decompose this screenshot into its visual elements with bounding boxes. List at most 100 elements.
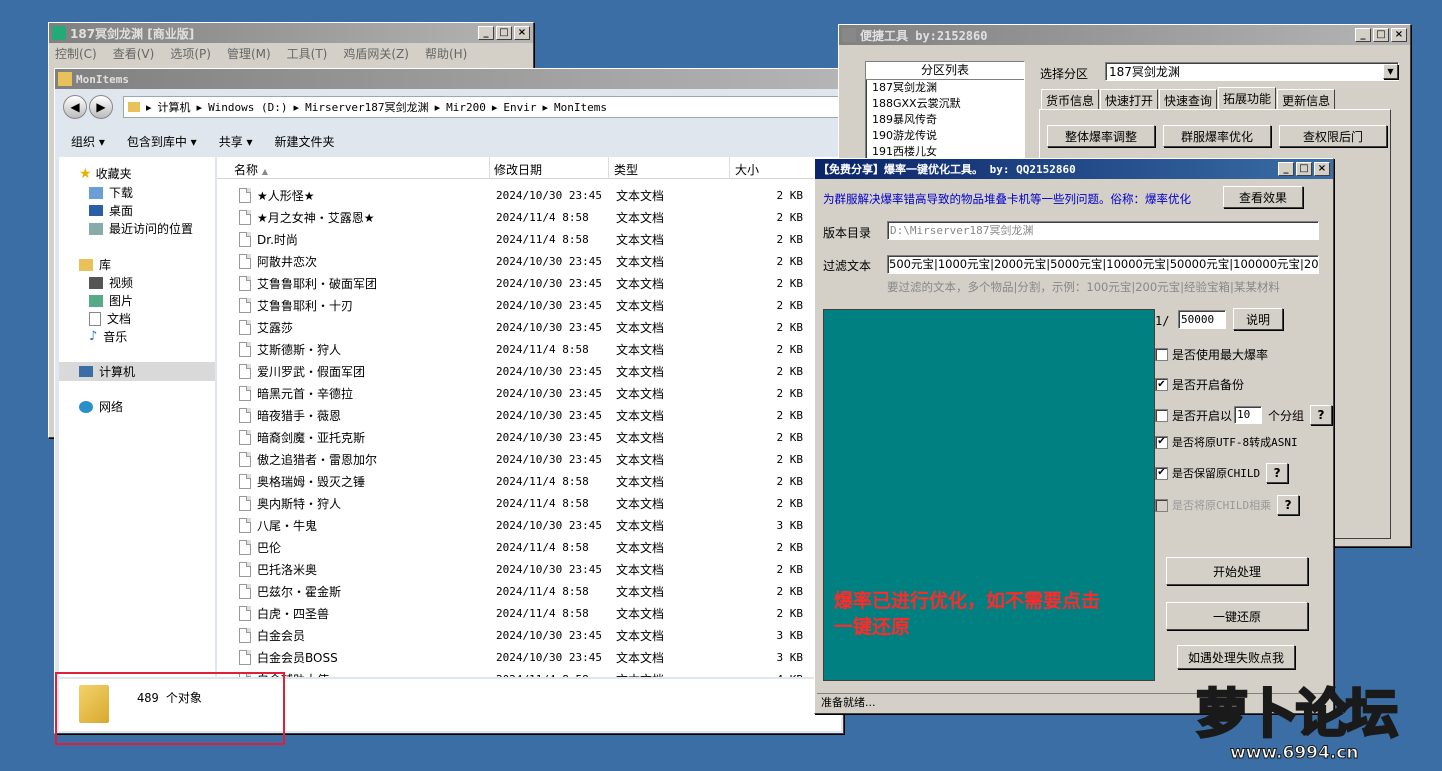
- include-library-button[interactable]: 包含到库中 ▾: [127, 133, 197, 150]
- sidebar-item-computer[interactable]: 计算机: [59, 362, 215, 381]
- breadcrumb-monitems[interactable]: MonItems: [554, 101, 607, 114]
- menu-options[interactable]: 选项(P): [170, 45, 211, 62]
- use-max-rate-option[interactable]: 是否使用最大爆率: [1155, 346, 1268, 363]
- group-size-input[interactable]: 10: [1234, 406, 1263, 424]
- sidebar-item-videos[interactable]: 视频: [89, 274, 133, 291]
- file-row[interactable]: 巴伦 2024/11/4 8:58 文本文档 2 KB: [217, 536, 841, 558]
- menu-gateway[interactable]: 鸡盾网关(Z): [343, 45, 409, 62]
- partition-list[interactable]: 分区列表 187冥剑龙渊 188GXX云裳沉默 189暴风传奇 190游龙传说 …: [865, 61, 1025, 161]
- close-button[interactable]: ×: [514, 26, 530, 40]
- partition-select[interactable]: 187冥剑龙渊 ▼: [1105, 62, 1399, 81]
- address-bar[interactable]: ▸ 计算机 ▸ Windows (D:) ▸ Mirserver187冥剑龙渊 ▸ M…: [123, 96, 841, 118]
- group-checkbox[interactable]: [1155, 408, 1168, 422]
- close-button[interactable]: ×: [1314, 162, 1330, 176]
- partition-item[interactable]: 188GXX云裳沉默: [866, 96, 1024, 112]
- version-dir-input[interactable]: D:\Mirserver187冥剑龙渊: [887, 221, 1319, 240]
- menu-view[interactable]: 查看(V): [113, 45, 155, 62]
- breadcrumb-server[interactable]: Mirserver187冥剑龙渊: [305, 99, 428, 115]
- group-help-button[interactable]: ?: [1310, 405, 1333, 425]
- child-option[interactable]: ✔ 是否保留原CHILD ?: [1155, 463, 1289, 483]
- child-multiply-help-button[interactable]: ?: [1277, 495, 1300, 515]
- file-row[interactable]: 傲之追猎者・雷恩加尔 2024/10/30 23:45 文本文档 2 KB: [217, 448, 841, 470]
- file-row[interactable]: 艾鲁鲁耶利・十刃 2024/10/30 23:45 文本文档 2 KB: [217, 294, 841, 316]
- filter-text-input[interactable]: 500元宝|1000元宝|2000元宝|5000元宝|10000元宝|50000…: [887, 255, 1319, 274]
- ratio-input[interactable]: 50000: [1178, 310, 1226, 329]
- menu-help[interactable]: 帮助(H): [425, 45, 467, 62]
- group-option[interactable]: 是否开启以 10 个分组 ?: [1155, 405, 1333, 425]
- file-row[interactable]: 白金辅助大使2024/11/4 8:58文本文档4 KB: [217, 668, 841, 677]
- column-size[interactable]: 大小: [735, 161, 759, 178]
- sidebar-item-pictures[interactable]: 图片: [89, 292, 133, 309]
- file-row[interactable]: 暗裔剑魔・亚托克斯 2024/10/30 23:45 文本文档 2 KB: [217, 426, 841, 448]
- file-row[interactable]: 爱川罗武・假面军团 2024/10/30 23:45 文本文档 2 KB: [217, 360, 841, 382]
- menu-control[interactable]: 控制(C): [55, 45, 97, 62]
- share-button[interactable]: 共享 ▾: [219, 133, 253, 150]
- column-type[interactable]: 类型: [614, 161, 638, 178]
- column-name[interactable]: 名称 ▲: [234, 161, 268, 178]
- file-row[interactable]: 阿散井恋次 2024/10/30 23:45 文本文档 2 KB: [217, 250, 841, 272]
- backup-checkbox[interactable]: ✔: [1155, 378, 1168, 391]
- file-row[interactable]: 暗黑元首・辛德拉 2024/10/30 23:45 文本文档 2 KB: [217, 382, 841, 404]
- file-row[interactable]: Dr.时尚 2024/11/4 8:58 文本文档 2 KB: [217, 228, 841, 250]
- tab-updates[interactable]: 更新信息: [1277, 89, 1336, 109]
- tab-currency[interactable]: 货币信息: [1041, 89, 1100, 109]
- file-row[interactable]: 白金会员BOSS 2024/10/30 23:45 文本文档 3 KB: [217, 646, 841, 668]
- file-row[interactable]: 艾鲁鲁耶利・破面军团 2024/10/30 23:45 文本文档 2 KB: [217, 272, 841, 294]
- backup-option[interactable]: ✔ 是否开启备份: [1155, 376, 1244, 393]
- child-help-button[interactable]: ?: [1266, 463, 1289, 483]
- file-row[interactable]: ★人形怪★ 2024/10/30 23:45 文本文档 2 KB: [217, 184, 841, 206]
- sidebar-item-recent[interactable]: 最近访问的位置: [89, 220, 193, 237]
- partition-item[interactable]: 189暴风传奇: [866, 112, 1024, 128]
- restore-button[interactable]: 一键还原: [1166, 602, 1308, 630]
- file-row[interactable]: 暗夜猎手・薇恩 2024/10/30 23:45 文本文档 2 KB: [217, 404, 841, 426]
- sidebar-item-music[interactable]: ♪ 音乐: [89, 328, 127, 345]
- sidebar-item-documents[interactable]: 文档: [89, 310, 131, 327]
- child-checkbox[interactable]: ✔: [1155, 466, 1168, 480]
- main-window-titlebar[interactable]: 187冥剑龙渊 [商业版] _ □ ×: [49, 23, 533, 43]
- tab-quick-query[interactable]: 快速查询: [1159, 89, 1218, 109]
- minimize-button[interactable]: _: [478, 26, 494, 40]
- use-max-rate-checkbox[interactable]: [1155, 348, 1168, 361]
- chevron-down-icon[interactable]: ▼: [1383, 64, 1398, 79]
- file-row[interactable]: 巴兹尔・霍金斯 2024/11/4 8:58 文本文档 2 KB: [217, 580, 841, 602]
- file-row[interactable]: 奥格瑞姆・毁灭之锤 2024/11/4 8:58 文本文档 2 KB: [217, 470, 841, 492]
- file-row[interactable]: 白虎・四圣兽 2024/11/4 8:58 文本文档 2 KB: [217, 602, 841, 624]
- maximize-button[interactable]: □: [1373, 28, 1389, 42]
- breadcrumb-envir[interactable]: Envir: [503, 101, 536, 114]
- file-row[interactable]: 艾露莎 2024/10/30 23:45 文本文档 2 KB: [217, 316, 841, 338]
- breadcrumb-drive[interactable]: Windows (D:): [208, 101, 287, 114]
- favorites-group[interactable]: ★ 收藏夹: [79, 165, 132, 182]
- minimize-button[interactable]: _: [1278, 162, 1294, 176]
- optimizer-titlebar[interactable]: 【免费分享】爆率一键优化工具。 by: QQ2152860 _ □ ×: [815, 159, 1333, 179]
- organize-button[interactable]: 组织 ▾: [71, 133, 105, 150]
- tab-extensions[interactable]: 拓展功能: [1218, 87, 1277, 109]
- file-row[interactable]: 巴托洛米奥 2024/10/30 23:45 文本文档 2 KB: [217, 558, 841, 580]
- back-button[interactable]: ◀: [63, 95, 87, 119]
- maximize-button[interactable]: □: [1296, 162, 1312, 176]
- file-row[interactable]: 白金会员 2024/10/30 23:45 文本文档 3 KB: [217, 624, 841, 646]
- utf8-checkbox[interactable]: ✔: [1155, 435, 1168, 449]
- maximize-button[interactable]: □: [496, 26, 512, 40]
- new-folder-button[interactable]: 新建文件夹: [275, 133, 335, 150]
- forward-button[interactable]: ▶: [89, 95, 113, 119]
- utf8-option[interactable]: ✔ 是否将原UTF-8转成ASNI: [1155, 434, 1298, 450]
- failure-help-button[interactable]: 如遇处理失败点我: [1177, 645, 1295, 669]
- column-date[interactable]: 修改日期: [494, 161, 542, 178]
- check-backdoor-button[interactable]: 查权限后门: [1279, 125, 1387, 147]
- file-row[interactable]: 艾斯德斯・狩人 2024/11/4 8:58 文本文档 2 KB: [217, 338, 841, 360]
- library-group[interactable]: 库: [79, 256, 111, 273]
- close-button[interactable]: ×: [1391, 28, 1407, 42]
- overall-drop-rate-button[interactable]: 整体爆率调整: [1047, 125, 1155, 147]
- minimize-button[interactable]: _: [1355, 28, 1371, 42]
- sidebar-item-desktop[interactable]: 桌面: [89, 202, 133, 219]
- file-row[interactable]: 奥内斯特・狩人 2024/11/4 8:58 文本文档 2 KB: [217, 492, 841, 514]
- explain-button[interactable]: 说明: [1233, 308, 1283, 330]
- tools-titlebar[interactable]: 便捷工具 by:2152860 _ □ ×: [839, 25, 1410, 45]
- menu-tools[interactable]: 工具(T): [287, 45, 328, 62]
- partition-item[interactable]: 187冥剑龙渊: [866, 80, 1024, 96]
- start-process-button[interactable]: 开始处理: [1166, 557, 1308, 585]
- menu-manage[interactable]: 管理(M): [227, 45, 271, 62]
- file-row[interactable]: ★月之女神・艾露恩★ 2024/11/4 8:58 文本文档 2 KB: [217, 206, 841, 228]
- group-drop-rate-button[interactable]: 群服爆率优化: [1163, 125, 1271, 147]
- partition-item[interactable]: 190游龙传说: [866, 128, 1024, 144]
